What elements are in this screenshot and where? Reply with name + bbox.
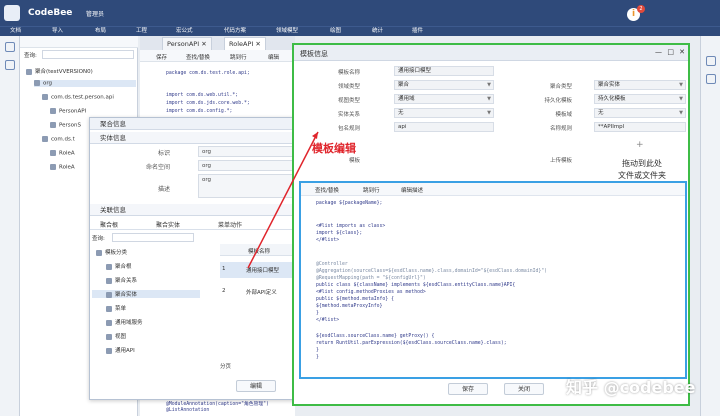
- code-line: @Aggregation(sourceClass=${esdClass.name…: [316, 269, 548, 274]
- code-editor-toolbar: 查找/替换 跳到行 编辑描述: [301, 183, 685, 196]
- code-line: </#list>: [316, 318, 340, 323]
- code-line: <#list imports as class>: [316, 224, 386, 229]
- code-line: }: [316, 355, 319, 360]
- right-activity-bar: [700, 36, 720, 416]
- watermark: 知乎 @codebee: [566, 378, 696, 397]
- code-line: ${method.metaProxyInfo}: [316, 304, 383, 309]
- code-line: import ${class};: [316, 231, 363, 236]
- code-line: return RuntUtil.parExpression(${esdClass…: [316, 341, 507, 346]
- close-button-label: 关闭: [517, 386, 530, 393]
- code-line: }: [316, 311, 319, 316]
- find-replace-button[interactable]: 查找/替换: [315, 186, 339, 194]
- code-line: <#list config.methodProxies as method>: [316, 290, 426, 295]
- code-line: @Controller: [316, 262, 348, 267]
- code-line: public ${method.metaInfo} {: [316, 297, 394, 302]
- edit-description-button[interactable]: 编辑描述: [401, 186, 423, 194]
- code-line: @RequestMapping(path = "${configUrl}"): [316, 276, 426, 281]
- code-line: ${esdClass.sourceClass.name} getProxy() …: [316, 334, 435, 339]
- code-line: public class ${className} implements ${e…: [316, 283, 516, 288]
- close-button[interactable]: 关闭: [504, 383, 544, 395]
- goto-line-button[interactable]: 跳到行: [363, 186, 380, 194]
- save-button[interactable]: 保存: [448, 383, 488, 395]
- code-line: package ${packageName};: [316, 201, 383, 206]
- code-line: }: [316, 348, 319, 353]
- save-button-label: 保存: [461, 386, 474, 393]
- code-line: </#list>: [316, 238, 340, 243]
- panel-icon[interactable]: [706, 56, 716, 66]
- panel-icon[interactable]: [706, 74, 716, 84]
